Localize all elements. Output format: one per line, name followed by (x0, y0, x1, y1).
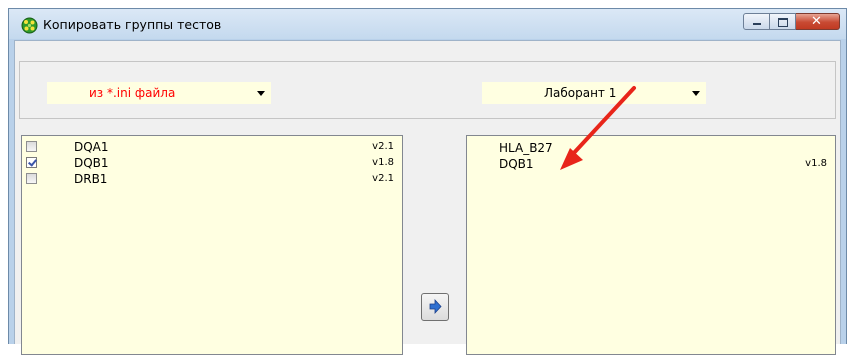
list-item-version: v1.8 (372, 157, 394, 168)
minimize-icon (753, 23, 761, 25)
list-item-name: DQA1 (74, 140, 109, 154)
checkbox[interactable] (26, 173, 37, 184)
source-target-selector-group: из *.ini файла Лаборант 1 (19, 61, 836, 119)
window-controls: ✕ (743, 13, 840, 31)
window-title: Копировать группы тестов (43, 17, 222, 32)
maximize-button[interactable] (770, 13, 796, 30)
chevron-down-icon (692, 91, 700, 96)
source-combo-value: из *.ini файла (89, 86, 176, 100)
chevron-down-icon (257, 91, 265, 96)
close-icon: ✕ (811, 14, 822, 29)
list-item[interactable]: DQB1 v1.8 (22, 156, 402, 172)
list-item[interactable]: HLA_B27 (467, 141, 835, 157)
list-item-name: DQB1 (499, 157, 534, 171)
app-icon (21, 17, 38, 34)
checkbox[interactable] (26, 141, 37, 152)
copy-test-groups-window: Копировать группы тестов ✕ из *.ini файл… (8, 8, 847, 355)
list-item[interactable]: DRB1 v2.1 (22, 172, 402, 188)
list-item[interactable]: DQA1 v2.1 (22, 140, 402, 156)
list-item-name: DQB1 (74, 156, 109, 170)
list-item-version: v2.1 (372, 141, 394, 152)
source-combo[interactable]: из *.ini файла (47, 82, 271, 104)
list-item-name: DRB1 (74, 172, 108, 186)
checkbox-checked[interactable] (26, 157, 37, 168)
maximize-icon (778, 18, 788, 27)
dialog-client-area: из *.ini файла Лаборант 1 DQA1 v2.1 DQB1… (14, 40, 841, 355)
list-item-name: HLA_B27 (499, 141, 553, 155)
title-bar[interactable]: Копировать группы тестов ✕ (9, 9, 846, 39)
list-item-version: v1.8 (805, 158, 827, 169)
target-combo[interactable]: Лаборант 1 (482, 82, 706, 104)
minimize-button[interactable] (743, 13, 770, 30)
list-item[interactable]: DQB1 v1.8 (467, 157, 835, 173)
source-test-list[interactable]: DQA1 v2.1 DQB1 v1.8 DRB1 v2.1 (21, 135, 403, 355)
target-combo-value: Лаборант 1 (544, 86, 617, 100)
target-test-list[interactable]: HLA_B27 DQB1 v1.8 (466, 135, 836, 355)
arrow-right-icon (429, 298, 442, 315)
close-button[interactable]: ✕ (796, 13, 840, 30)
copy-to-target-button[interactable] (421, 293, 449, 321)
list-item-version: v2.1 (372, 173, 394, 184)
